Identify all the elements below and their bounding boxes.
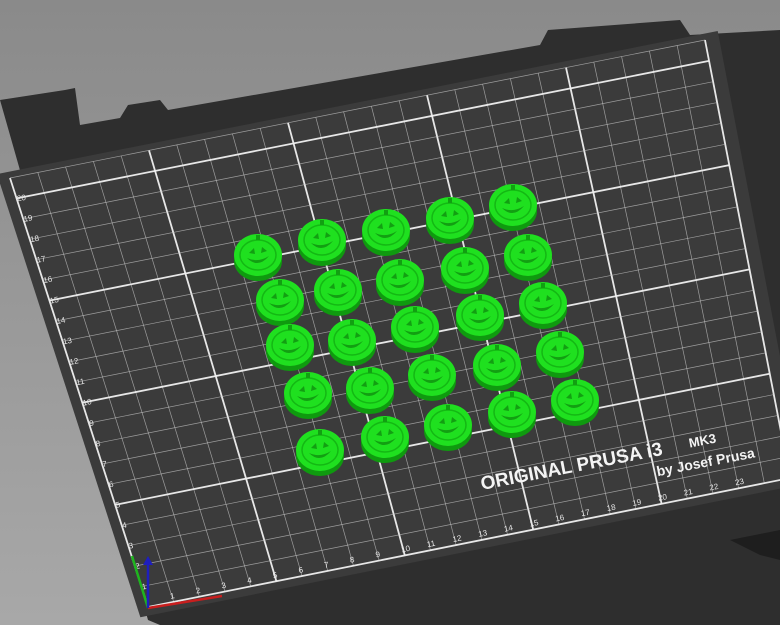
pumpkin-object[interactable] <box>488 391 536 438</box>
pumpkin-object[interactable] <box>256 279 304 326</box>
pumpkin-object[interactable] <box>266 324 314 371</box>
pumpkin-object[interactable] <box>456 294 504 341</box>
3d-viewport[interactable]: 1234567891011121314151617181920212223123… <box>0 0 780 625</box>
pumpkin-object[interactable] <box>296 429 344 476</box>
pumpkin-object[interactable] <box>234 234 282 281</box>
print-bed <box>0 20 780 625</box>
pumpkin-object[interactable] <box>441 247 489 294</box>
pumpkin-object[interactable] <box>519 282 567 329</box>
pumpkin-object[interactable] <box>346 367 394 414</box>
pumpkin-object[interactable] <box>408 354 456 401</box>
pumpkin-object[interactable] <box>314 269 362 316</box>
pumpkin-object[interactable] <box>298 219 346 266</box>
pumpkin-object[interactable] <box>504 234 552 281</box>
pumpkin-object[interactable] <box>362 209 410 256</box>
pumpkin-object[interactable] <box>361 416 409 463</box>
pumpkin-object[interactable] <box>489 184 537 231</box>
pumpkin-object[interactable] <box>426 197 474 244</box>
pumpkin-object[interactable] <box>424 404 472 451</box>
pumpkin-object[interactable] <box>551 379 599 426</box>
pumpkin-object[interactable] <box>391 306 439 353</box>
pumpkin-object[interactable] <box>536 331 584 378</box>
pumpkin-object[interactable] <box>473 344 521 391</box>
pumpkin-object[interactable] <box>284 372 332 419</box>
pumpkin-object[interactable] <box>376 259 424 306</box>
pumpkin-object[interactable] <box>328 319 376 366</box>
